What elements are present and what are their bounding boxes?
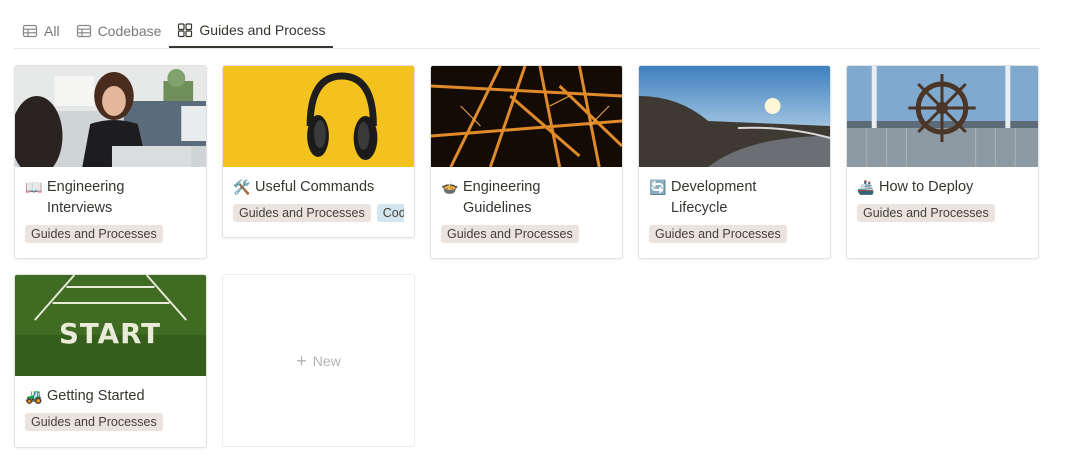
- tag-guides-and-processes: Guides and Processes: [233, 204, 371, 222]
- new-card-label: New: [312, 352, 341, 369]
- cycle-icon: 🔄: [649, 179, 667, 195]
- svg-text:START: START: [59, 317, 161, 350]
- cover-image-start-track: START: [15, 275, 206, 376]
- tag-guides-and-processes: Guides and Processes: [649, 225, 787, 243]
- tab-all[interactable]: All: [14, 14, 68, 48]
- tab-label: Guides and Process: [199, 22, 326, 38]
- card-title: 🍲 Engineering Guidelines: [441, 177, 612, 219]
- new-card-button[interactable]: + New: [222, 274, 415, 447]
- cover-image-road-sunset: [639, 66, 830, 167]
- cover-image-headphones: [223, 66, 414, 167]
- pot-icon: 🍲: [441, 179, 459, 195]
- tag-codebase: Codebase: [376, 204, 404, 222]
- tag-list: Guides and Processes: [857, 204, 1028, 222]
- tab-label: All: [44, 23, 60, 39]
- gallery-card-engineering-guidelines[interactable]: 🍲 Engineering Guidelines Guides and Proce…: [430, 65, 623, 259]
- card-title: 🚢 How to Deploy: [857, 177, 1028, 198]
- card-title: 🔄 Development Lifecycle: [649, 177, 820, 219]
- gallery-card-development-lifecycle[interactable]: 🔄 Development Lifecycle Guides and Proces…: [638, 65, 831, 259]
- tag-list: Guides and Processes Codebase: [233, 204, 404, 222]
- tractor-icon: 🚜: [25, 388, 43, 404]
- table-icon: [22, 23, 38, 39]
- tools-icon: 🛠️: [233, 179, 251, 195]
- tag-guides-and-processes: Guides and Processes: [25, 225, 163, 243]
- book-icon: 📖: [25, 179, 43, 195]
- gallery-icon: [177, 22, 193, 38]
- ship-icon: 🚢: [857, 179, 875, 195]
- tab-guides-and-process[interactable]: Guides and Process: [169, 14, 334, 48]
- tag-guides-and-processes: Guides and Processes: [25, 413, 163, 431]
- view-tabs: All Codebase Guides and Process: [14, 14, 1040, 49]
- cover-image-steel-structure: [431, 66, 622, 167]
- card-title: 📖 Engineering Interviews: [25, 177, 196, 219]
- tab-codebase[interactable]: Codebase: [68, 14, 170, 48]
- plus-icon: +: [296, 350, 307, 371]
- card-title: 🚜 Getting Started: [25, 386, 196, 407]
- tag-list: Guides and Processes: [649, 225, 820, 243]
- gallery-card-getting-started[interactable]: START 🚜 Getting Started Guides and Proce…: [14, 274, 207, 448]
- table-icon: [76, 23, 92, 39]
- gallery-card-useful-commands[interactable]: 🛠️ Useful Commands Guides and Processes …: [222, 65, 415, 238]
- gallery-card-engineering-interviews[interactable]: 📖 Engineering Interviews Guides and Proce…: [14, 65, 207, 259]
- tag-guides-and-processes: Guides and Processes: [857, 204, 995, 222]
- gallery-card-how-to-deploy[interactable]: 🚢 How to Deploy Guides and Processes: [846, 65, 1039, 259]
- tag-list: Guides and Processes: [441, 225, 612, 243]
- cover-image-people-talking: [15, 66, 206, 167]
- cover-image-ship-wheel: [847, 66, 1038, 167]
- tag-list: Guides and Processes: [25, 413, 196, 431]
- tab-label: Codebase: [97, 23, 162, 39]
- card-title: 🛠️ Useful Commands: [233, 177, 404, 198]
- tag-list: Guides and Processes: [25, 225, 196, 243]
- tag-guides-and-processes: Guides and Processes: [441, 225, 579, 243]
